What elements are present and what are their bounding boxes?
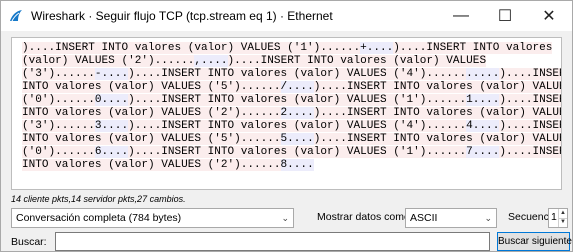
client-data-segment: INTO valores (valor) VALUES ('5')...... (22, 133, 281, 145)
client-data-segment: )....INSERT INTO valores (valor) VALUES … (128, 68, 467, 80)
chevron-down-icon: ⌄ (484, 213, 492, 223)
server-data-segment: 5.... (280, 133, 314, 145)
client-data-segment: INTO valores (valor) VALUES ('2')...... (22, 159, 281, 171)
chevron-down-icon: ⌄ (281, 213, 289, 223)
client-data-segment: INTO valores (valor) VALUES ('2')...... (22, 107, 281, 119)
search-input[interactable] (55, 232, 490, 251)
client-data-segment: )....INSERT (499, 120, 561, 132)
client-data-segment: INTO valores (valor) VALUES ('5')...... (22, 81, 281, 93)
show-data-select[interactable]: ASCII ⌄ (405, 208, 497, 228)
show-data-select-value: ASCII (410, 212, 438, 224)
server-data-segment: 2.... (280, 107, 314, 119)
search-label: Buscar: (11, 236, 47, 248)
server-data-segment: 7.... (466, 146, 500, 158)
client-data-segment: )....INSERT (499, 68, 561, 80)
window-title: Wireshark · Seguir flujo TCP (tcp.stream… (31, 9, 333, 23)
server-data-segment: 8.... (280, 159, 314, 171)
server-data-segment: ,.... (194, 55, 228, 67)
wireshark-fin-icon (9, 9, 23, 23)
stream-stats: 14 cliente pkts,14 servidor pkts,27 camb… (11, 194, 186, 204)
server-data-segment: 6.... (94, 146, 129, 158)
title-bar[interactable]: Wireshark · Seguir flujo TCP (tcp.stream… (1, 1, 572, 31)
stream-content-area[interactable]: )....INSERT INTO valores (valor) VALUES … (11, 37, 562, 190)
sequence-value: 1 (551, 211, 557, 223)
close-button[interactable]: ✕ (527, 1, 571, 31)
stream-text[interactable]: )....INSERT INTO valores (valor) VALUES … (12, 38, 561, 172)
server-data-segment: ..... (466, 68, 500, 80)
client-data-segment: )....INSERT INTO valores (393, 42, 553, 54)
spin-down-icon[interactable]: ▼ (558, 218, 567, 227)
maximize-button[interactable]: ☐ (483, 1, 527, 31)
follow-tcp-stream-window: Wireshark · Seguir flujo TCP (tcp.stream… (0, 0, 573, 252)
client-data-segment: )....INSERT INTO valores (valor) VALUES … (128, 120, 467, 132)
conversation-select-value: Conversación completa (784 bytes) (16, 212, 182, 224)
client-data-segment: )....INSERT (499, 146, 561, 158)
show-data-label: Mostrar datos como (317, 211, 410, 223)
client-data-segment: )....INSERT (499, 94, 561, 106)
client-data-segment: ('0')...... (22, 94, 95, 106)
server-data-segment: 3.... (94, 120, 129, 132)
client-data-segment: ('0')...... (22, 146, 95, 158)
server-data-segment: +.... (360, 42, 394, 54)
client-data-segment: (valor) VALUES ('2')...... (22, 55, 195, 67)
client-data-segment: )....INSERT INTO valores (valor) VALUES (227, 55, 487, 67)
client-data-segment: )....INSERT INTO valores (valor) VALUES … (22, 42, 361, 54)
client-data-segment: )....INSERT INTO valores (valor) VALUES … (128, 146, 467, 158)
minimize-button[interactable]: — (439, 1, 483, 31)
client-data-segment: )....INSERT INTO valores (valor) VALUES … (128, 94, 467, 106)
sequence-spinbox[interactable]: 1 ▲ ▼ (548, 208, 568, 228)
client-data-segment: ('3')...... (22, 68, 95, 80)
client-data-segment: )....INSERT INTO valores (valor) VALUES (313, 133, 561, 145)
server-data-segment: 0.... (94, 94, 129, 106)
server-data-segment: -.... (94, 68, 129, 80)
client-data-segment: )....INSERT INTO valores (valor) VALUES (313, 81, 561, 93)
client-data-segment: )....INSERT INTO valores (valor) VALUES (313, 107, 561, 119)
server-data-segment: 4.... (466, 120, 500, 132)
conversation-select[interactable]: Conversación completa (784 bytes) ⌄ (11, 208, 294, 228)
find-next-button[interactable]: Buscar siguiente (497, 232, 572, 251)
client-data-segment: ('3')...... (22, 120, 95, 132)
server-data-segment: /.... (280, 81, 314, 93)
server-data-segment: 1.... (466, 94, 500, 106)
